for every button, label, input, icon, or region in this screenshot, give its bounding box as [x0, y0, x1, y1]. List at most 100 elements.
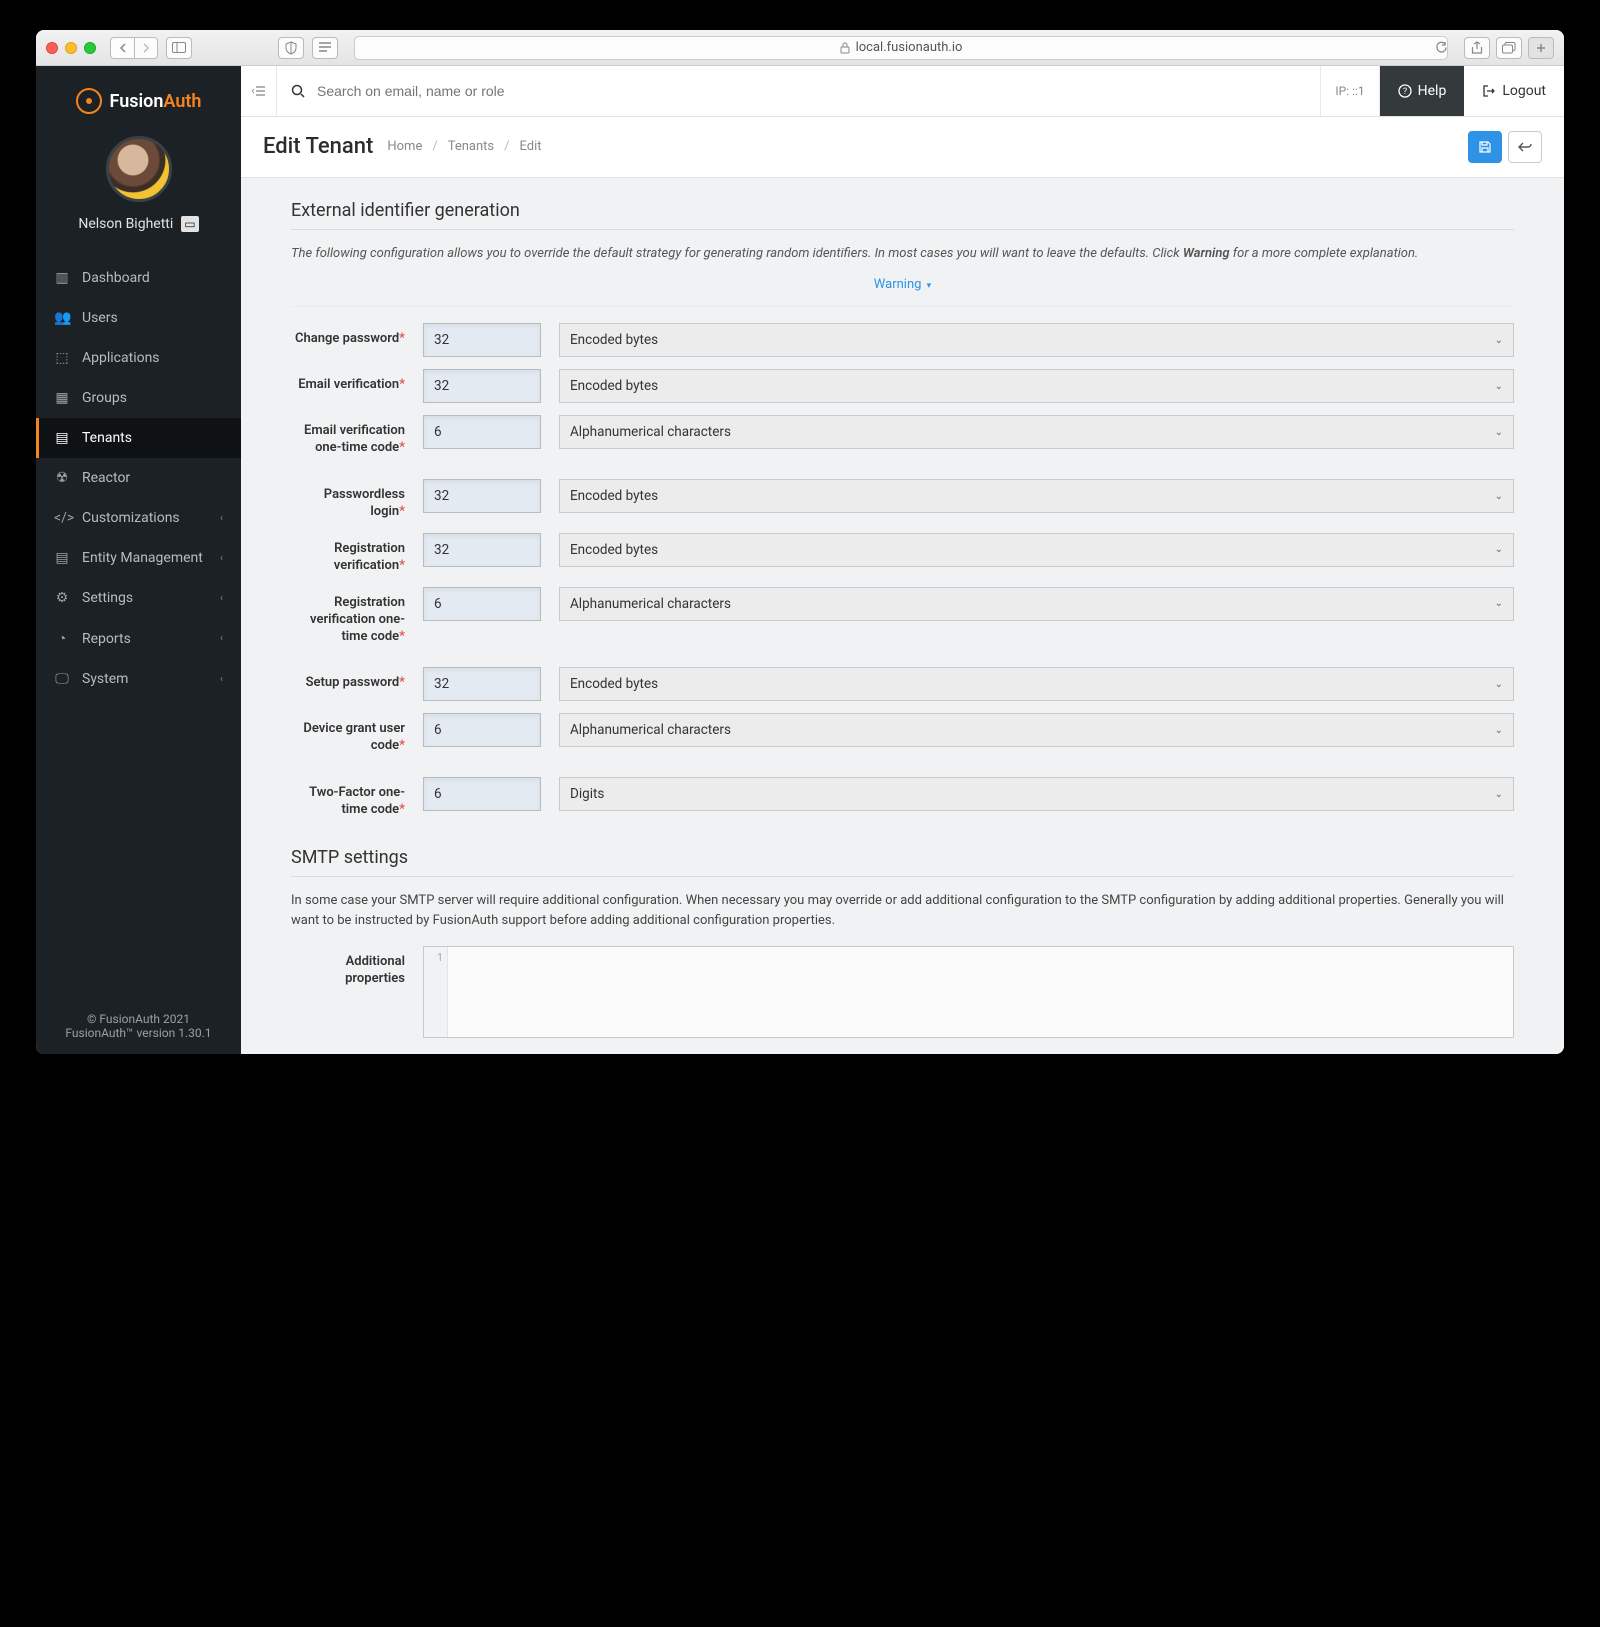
- cube-icon: ⬚: [54, 350, 70, 366]
- breadcrumb-item[interactable]: Home: [387, 139, 422, 154]
- sidebar-item-applications[interactable]: ⬚Applications: [36, 338, 241, 378]
- sidebar-item-dashboard[interactable]: ▥Dashboard: [36, 258, 241, 298]
- browser-window: local.fusionauth.io: [36, 30, 1564, 1054]
- identifier-row: Device grant user code*6Alphanumerical c…: [291, 713, 1514, 755]
- sidebar-item-settings[interactable]: ⚙Settings‹: [36, 578, 241, 618]
- type-select[interactable]: Alphanumerical characters⌄: [559, 713, 1514, 747]
- type-select[interactable]: Encoded bytes⌄: [559, 479, 1514, 513]
- type-select[interactable]: Encoded bytes ⌄: [559, 323, 1514, 357]
- chevron-down-icon: ⌄: [1495, 335, 1503, 346]
- chevron-left-icon: ‹: [220, 674, 223, 685]
- sidebar-item-customizations[interactable]: </>Customizations‹: [36, 498, 241, 538]
- version-text: FusionAuth™ version 1.30.1: [42, 1026, 235, 1040]
- section-title: SMTP settings: [291, 847, 1514, 877]
- type-select[interactable]: Encoded bytes⌄: [559, 533, 1514, 567]
- field-label: Two-Factor one-time code*: [291, 777, 405, 819]
- new-tab-button[interactable]: [1528, 37, 1554, 59]
- shield-button[interactable]: [278, 37, 304, 59]
- topbar: IP: ::1 ? Help Logout: [241, 66, 1564, 117]
- share-icon: [1471, 41, 1483, 55]
- logo-mark-icon: [76, 88, 102, 114]
- reload-button[interactable]: [1435, 41, 1448, 54]
- forward-button[interactable]: [134, 37, 158, 59]
- chevron-down-icon: ⌄: [1495, 679, 1503, 690]
- help-button[interactable]: ? Help: [1380, 66, 1465, 116]
- identifier-row: Registration verification one-time code*…: [291, 587, 1514, 646]
- field-label-additional-properties: Additional properties: [291, 946, 405, 988]
- length-input[interactable]: 32: [423, 667, 541, 701]
- sidebar-item-reactor[interactable]: ☢Reactor: [36, 458, 241, 498]
- return-icon: [1518, 141, 1532, 153]
- search-input[interactable]: [317, 83, 1306, 99]
- lock-icon: [840, 42, 850, 54]
- select-value: Encoded bytes: [570, 378, 658, 394]
- avatar: [106, 136, 172, 202]
- page-header: Edit Tenant Home / Tenants / Edit: [241, 117, 1564, 178]
- back-button[interactable]: [110, 37, 134, 59]
- maximize-window-button[interactable]: [84, 42, 96, 54]
- sidebar: FusionAuth Nelson Bighetti ▭ ▥Dashboard …: [36, 66, 241, 1054]
- chevron-left-icon: ‹: [220, 633, 223, 644]
- svg-text:?: ?: [1403, 87, 1407, 97]
- chevron-down-icon: ⌄: [1495, 491, 1503, 502]
- chevron-down-icon: ⌄: [1495, 427, 1503, 438]
- field-label: Email verification one-time code*: [291, 415, 405, 457]
- list-icon: ▤: [54, 550, 70, 566]
- help-icon: ?: [1398, 84, 1412, 98]
- collapse-sidebar-button[interactable]: [241, 66, 277, 116]
- type-select[interactable]: Alphanumerical characters⌄: [559, 415, 1514, 449]
- breadcrumb-item[interactable]: Tenants: [448, 139, 494, 154]
- sidebar-item-users[interactable]: 👥Users: [36, 298, 241, 338]
- length-input[interactable]: 32: [423, 369, 541, 403]
- window-controls: [46, 42, 96, 54]
- section-description: The following configuration allows you t…: [291, 244, 1514, 264]
- sidebar-toggle-button[interactable]: [166, 37, 192, 59]
- search-icon: [291, 84, 305, 98]
- user-profile[interactable]: Nelson Bighetti ▭: [36, 128, 241, 254]
- length-input[interactable]: 32: [423, 533, 541, 567]
- type-select[interactable]: Encoded bytes ⌄: [559, 667, 1514, 701]
- minimize-window-button[interactable]: [65, 42, 77, 54]
- length-input[interactable]: 32: [423, 479, 541, 513]
- select-value: Encoded bytes: [570, 332, 658, 348]
- save-button[interactable]: [1468, 131, 1502, 163]
- length-input[interactable]: 6: [423, 415, 541, 449]
- save-icon: [1478, 140, 1492, 154]
- editor-textarea[interactable]: [448, 947, 1513, 1037]
- users-icon: 👥: [54, 310, 70, 326]
- close-window-button[interactable]: [46, 42, 58, 54]
- sidebar-item-groups[interactable]: ▦Groups: [36, 378, 241, 418]
- type-select[interactable]: Alphanumerical characters⌄: [559, 587, 1514, 621]
- sidebar-item-entity-management[interactable]: ▤Entity Management‹: [36, 538, 241, 578]
- sidebar-item-tenants[interactable]: ▤Tenants: [36, 418, 241, 458]
- plus-icon: [1536, 43, 1546, 53]
- type-select[interactable]: Digits⌄: [559, 777, 1514, 811]
- type-select[interactable]: Encoded bytes ⌄: [559, 369, 1514, 403]
- chevron-down-icon: ⌄: [1495, 381, 1503, 392]
- search-bar: [277, 66, 1321, 116]
- chevron-left-icon: ‹: [220, 593, 223, 604]
- chevron-left-icon: ‹: [220, 553, 223, 564]
- shield-icon: [284, 41, 298, 55]
- length-input[interactable]: 6: [423, 777, 541, 811]
- length-input[interactable]: 6: [423, 713, 541, 747]
- additional-properties-editor[interactable]: 1: [423, 946, 1514, 1038]
- breadcrumb: Home / Tenants / Edit: [387, 139, 541, 154]
- tabs-button[interactable]: [1496, 37, 1522, 59]
- share-button[interactable]: [1464, 37, 1490, 59]
- menu-collapse-icon: [252, 85, 266, 97]
- sidebar-item-reports[interactable]: ◔Reports‹: [36, 618, 241, 659]
- reader-button[interactable]: [312, 37, 338, 59]
- warning-toggle[interactable]: Warning ▾: [291, 273, 1514, 307]
- url-text: local.fusionauth.io: [856, 40, 963, 55]
- sidebar-item-system[interactable]: 🖵System‹: [36, 659, 241, 699]
- length-input[interactable]: 6: [423, 587, 541, 621]
- logout-button[interactable]: Logout: [1464, 66, 1564, 116]
- field-label: Setup password*: [291, 667, 405, 692]
- select-value: Encoded bytes: [570, 676, 658, 692]
- url-bar[interactable]: local.fusionauth.io: [354, 36, 1448, 60]
- sidebar-nav: ▥Dashboard 👥Users ⬚Applications ▦Groups …: [36, 258, 241, 699]
- back-button[interactable]: [1508, 131, 1542, 163]
- length-input[interactable]: 32: [423, 323, 541, 357]
- brand-name: FusionAuth: [110, 91, 202, 112]
